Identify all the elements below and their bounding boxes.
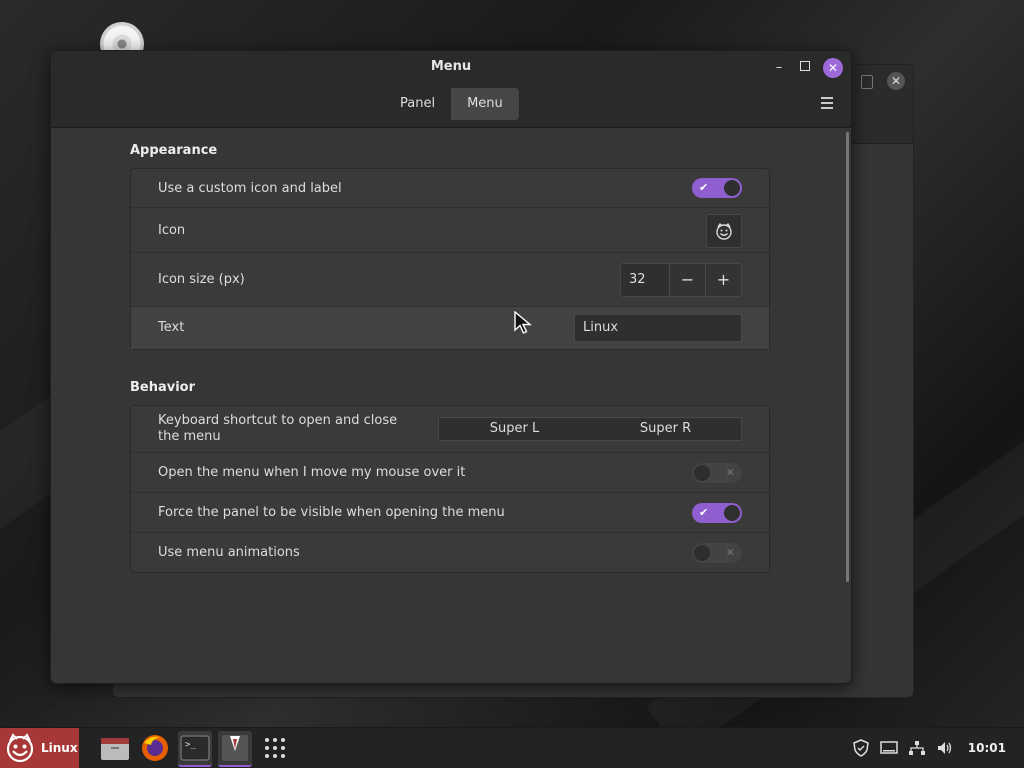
- custom-icon-label: Use a custom icon and label: [158, 181, 342, 196]
- icon-size-stepper: 32 − +: [620, 263, 742, 297]
- animations-toggle[interactable]: ✕: [692, 543, 742, 563]
- behavior-heading: Behavior: [130, 380, 196, 395]
- maximize-icon: [800, 61, 810, 71]
- force-panel-toggle[interactable]: ✔: [692, 503, 742, 523]
- settings-content: Appearance Use a custom icon and label ✔…: [51, 128, 851, 683]
- mouse-cursor-icon: [514, 311, 532, 334]
- taskbar: Linux >_ 10:01: [0, 727, 1024, 768]
- display-icon[interactable]: [880, 740, 898, 756]
- firefox-icon[interactable]: [138, 731, 172, 765]
- check-icon: ✔: [699, 506, 709, 519]
- appearance-group: Use a custom icon and label ✔ Icon Icon …: [130, 168, 770, 350]
- text-label: Text: [158, 320, 185, 335]
- menu-logo-icon: [6, 733, 34, 763]
- hover-open-toggle[interactable]: ✕: [692, 463, 742, 483]
- animations-label: Use menu animations: [158, 545, 300, 560]
- shortcut-keys[interactable]: Super L Super R: [438, 417, 742, 441]
- text-input[interactable]: Linux: [574, 314, 742, 342]
- shortcut-key-right[interactable]: Super R: [590, 418, 741, 440]
- icon-size-row: Icon size (px) 32 − +: [131, 253, 769, 307]
- check-icon: ✔: [699, 181, 709, 194]
- app-grid-icon[interactable]: [258, 731, 292, 765]
- file-manager-icon[interactable]: [98, 731, 132, 765]
- icon-label: Icon: [158, 223, 186, 238]
- background-close-icon[interactable]: ✕: [887, 72, 905, 90]
- hamburger-menu-icon[interactable]: [821, 97, 833, 112]
- x-icon: ✕: [725, 546, 735, 559]
- shield-icon[interactable]: [852, 739, 870, 757]
- menu-button[interactable]: Linux: [0, 728, 79, 768]
- custom-icon-row: Use a custom icon and label ✔: [131, 169, 769, 208]
- menu-button-label: Linux: [41, 741, 78, 755]
- shortcut-key-left[interactable]: Super L: [439, 418, 590, 440]
- network-icon[interactable]: [908, 740, 926, 756]
- text-row: Text Linux: [131, 307, 769, 349]
- animations-row: Use menu animations ✕: [131, 533, 769, 572]
- icon-chooser-button[interactable]: [706, 214, 742, 248]
- x-icon: ✕: [725, 466, 735, 479]
- pin-icon[interactable]: [861, 75, 873, 89]
- shortcut-label: Keyboard shortcut to open and close the …: [158, 413, 398, 444]
- svg-text:>_: >_: [185, 740, 196, 750]
- maximize-button[interactable]: [795, 58, 815, 78]
- icon-row: Icon: [131, 208, 769, 253]
- volume-icon[interactable]: [936, 740, 954, 756]
- window-title: Menu: [430, 59, 472, 74]
- shortcut-row: Keyboard shortcut to open and close the …: [131, 406, 769, 453]
- tab-panel[interactable]: Panel: [384, 88, 452, 120]
- behavior-group: Keyboard shortcut to open and close the …: [130, 405, 770, 573]
- settings-window: Menu Panel Menu – ✕ Appearance Use a cus…: [50, 50, 852, 684]
- appearance-heading: Appearance: [130, 143, 218, 158]
- system-tray: 10:01: [852, 728, 1024, 768]
- decrement-button[interactable]: −: [669, 264, 705, 296]
- tab-menu[interactable]: Menu: [451, 88, 519, 120]
- icon-size-label: Icon size (px): [158, 272, 245, 287]
- force-panel-label: Force the panel to be visible when openi…: [158, 505, 505, 520]
- hover-open-row: Open the menu when I move my mouse over …: [131, 453, 769, 493]
- clock[interactable]: 10:01: [968, 741, 1006, 755]
- smiley-icon: [716, 222, 732, 240]
- settings-app-icon[interactable]: [218, 731, 252, 767]
- terminal-icon[interactable]: >_: [178, 731, 212, 767]
- force-panel-row: Force the panel to be visible when openi…: [131, 493, 769, 533]
- close-button[interactable]: ✕: [823, 58, 843, 78]
- scrollbar[interactable]: [846, 132, 849, 582]
- tab-bar: Panel Menu: [384, 88, 519, 120]
- hover-open-label: Open the menu when I move my mouse over …: [158, 465, 466, 480]
- minimize-button[interactable]: –: [769, 58, 789, 78]
- icon-size-input[interactable]: 32: [621, 264, 669, 296]
- titlebar: Menu Panel Menu – ✕: [51, 51, 851, 128]
- increment-button[interactable]: +: [705, 264, 741, 296]
- custom-icon-toggle[interactable]: ✔: [692, 178, 742, 198]
